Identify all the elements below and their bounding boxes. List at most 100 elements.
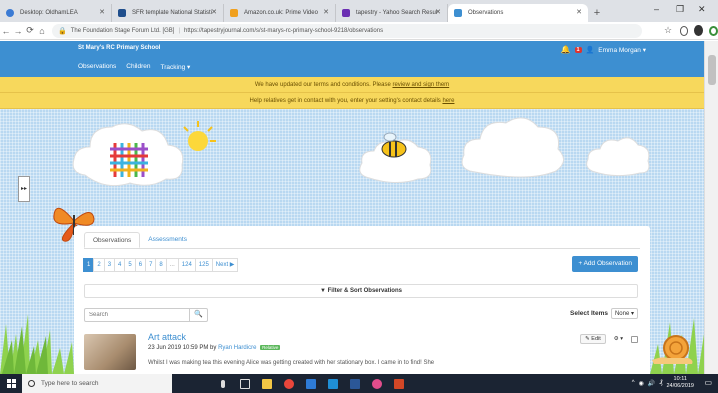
- notification-bell-icon[interactable]: 🔔: [561, 45, 571, 54]
- forward-icon[interactable]: →: [12, 26, 24, 36]
- task-view-icon[interactable]: [234, 374, 256, 393]
- network-icon[interactable]: ◉: [639, 380, 644, 387]
- tab-favicon-icon: [342, 9, 350, 17]
- options-dropdown[interactable]: ⚙ ▾: [610, 335, 627, 343]
- browser-tab[interactable]: Desktop: OldhamLEA ✕: [0, 4, 112, 22]
- taskbar-search[interactable]: Type here to search: [22, 374, 172, 393]
- profile-icon[interactable]: [694, 25, 704, 36]
- close-tab-icon[interactable]: ✕: [211, 8, 217, 16]
- tab-label: Observations: [468, 10, 504, 16]
- search-box: 🔍: [84, 308, 208, 322]
- notifications-icon[interactable]: ▭: [704, 378, 712, 387]
- chrome-icon[interactable]: [278, 374, 300, 393]
- clock-date: 24/06/2019: [666, 383, 694, 389]
- url-separator: |: [178, 27, 181, 34]
- user-icon: 👤: [585, 46, 595, 54]
- user-area: 🔔 1 👤 Emma Morgan ▾: [561, 45, 646, 54]
- extension-icon[interactable]: [680, 25, 689, 36]
- tab-observations[interactable]: Observations: [84, 232, 141, 248]
- school-name[interactable]: St Mary's RC Primary School: [78, 45, 160, 51]
- observation-thumbnail[interactable]: [84, 334, 136, 370]
- word-icon[interactable]: [344, 374, 366, 393]
- language-icon[interactable]: ₰: [659, 380, 662, 386]
- tray-chevron-icon[interactable]: ^: [632, 380, 635, 386]
- user-menu[interactable]: Emma Morgan ▾: [598, 46, 646, 54]
- bookmark-star-icon[interactable]: ☆: [662, 25, 674, 36]
- page-scrollbar[interactable]: [704, 41, 718, 374]
- select-items: Select Items None ▾: [570, 308, 638, 319]
- file-explorer-icon[interactable]: [256, 374, 278, 393]
- observation-title[interactable]: Art attack: [148, 332, 186, 342]
- sun-icon: [183, 121, 216, 151]
- tab-favicon-icon: [6, 9, 14, 17]
- cloud-icon: [586, 137, 650, 177]
- page-link[interactable]: 125: [194, 258, 213, 272]
- windows-taskbar: Type here to search ^ ◉ 🔊 ₰ 10:11 24/06/…: [0, 374, 718, 393]
- observation-date: 23 Jun 2019 10:59 PM by: [148, 345, 217, 351]
- select-checkbox[interactable]: [631, 335, 638, 343]
- close-window-icon[interactable]: ✕: [698, 4, 706, 15]
- nav-tracking[interactable]: Tracking ▾: [161, 63, 191, 71]
- tab-label: Desktop: OldhamLEA: [20, 10, 78, 16]
- select-items-dropdown[interactable]: None ▾: [610, 308, 638, 319]
- observation-author[interactable]: Ryan Hardicre: [218, 345, 256, 351]
- app-icon[interactable]: [300, 374, 322, 393]
- system-tray: ^ ◉ 🔊 ₰ 10:11 24/06/2019: [632, 376, 694, 390]
- lock-icon: 🔒: [58, 27, 67, 35]
- filter-sort-toggle[interactable]: ▼ Filter & Sort Observations: [84, 284, 638, 298]
- scrollbar-thumb[interactable]: [708, 55, 716, 85]
- tab-favicon-icon: [118, 9, 126, 17]
- review-terms-link[interactable]: review and sign them: [392, 82, 449, 88]
- volume-icon[interactable]: 🔊: [648, 380, 655, 387]
- app-icon[interactable]: [366, 374, 388, 393]
- reload-icon[interactable]: ⟳: [24, 25, 36, 36]
- start-button[interactable]: [0, 374, 22, 393]
- page-link[interactable]: 124: [177, 258, 196, 272]
- close-tab-icon[interactable]: ✕: [99, 8, 105, 16]
- contact-notice-text: Help relatives get in contact with you, …: [249, 98, 441, 104]
- new-tab-button[interactable]: +: [588, 4, 606, 22]
- maximize-icon[interactable]: ❐: [676, 4, 684, 15]
- add-observation-button[interactable]: + Add Observation: [572, 256, 638, 272]
- microphone-icon[interactable]: [212, 374, 234, 393]
- search-icon[interactable]: 🔍: [189, 309, 207, 321]
- observation-meta: 23 Jun 2019 10:59 PM by Ryan Hardicre Re…: [148, 345, 281, 351]
- contact-details-link[interactable]: here: [442, 98, 454, 104]
- pagination: 1 2 3 4 5 6 7 8 ... 124 125 Next ▶: [83, 258, 239, 272]
- site-identity: The Foundation Stage Forum Ltd. [GB]: [70, 27, 175, 34]
- notification-badge[interactable]: 1: [574, 46, 582, 53]
- observation-excerpt: Whilst I was making tea this evening Ali…: [148, 360, 435, 366]
- browser-tab-active[interactable]: Observations ✕: [448, 4, 588, 22]
- tab-label: Amazon.co.uk: Prime Video: [244, 10, 318, 16]
- clock[interactable]: 10:11 24/06/2019: [666, 376, 694, 390]
- tab-assessments[interactable]: Assessments: [140, 232, 195, 248]
- minimize-icon[interactable]: –: [654, 4, 659, 14]
- tab-favicon-icon: [230, 9, 238, 17]
- browser-tab[interactable]: tapestry - Yahoo Search Resul ✕: [336, 4, 448, 22]
- nav-observations[interactable]: Observations: [78, 63, 116, 71]
- url-field[interactable]: 🔒 The Foundation Stage Forum Ltd. [GB] |…: [52, 23, 642, 38]
- back-icon[interactable]: ←: [0, 26, 12, 36]
- edit-button[interactable]: ✎ Edit: [580, 334, 606, 344]
- close-tab-icon[interactable]: ✕: [576, 8, 582, 16]
- next-page-link[interactable]: Next ▶: [211, 258, 239, 272]
- observation-tools: ✎ Edit ⚙ ▾: [580, 334, 638, 344]
- cortana-icon: [28, 380, 35, 387]
- search-input[interactable]: [85, 312, 189, 318]
- taskbar-search-placeholder: Type here to search: [41, 380, 99, 387]
- contact-notice: Help relatives get in contact with you, …: [0, 93, 704, 109]
- home-icon[interactable]: ⌂: [36, 26, 48, 36]
- url-text: https://tapestryjournal.com/s/st-marys-r…: [184, 27, 384, 34]
- extension-icon[interactable]: [709, 25, 718, 36]
- powerpoint-icon[interactable]: [388, 374, 410, 393]
- side-panel-toggle[interactable]: ▸▸: [18, 176, 30, 202]
- close-tab-icon[interactable]: ✕: [323, 8, 329, 16]
- app-icon[interactable]: [322, 374, 344, 393]
- select-items-label: Select Items: [570, 310, 608, 317]
- content-tabs: Observations Assessments: [84, 232, 195, 248]
- close-tab-icon[interactable]: ✕: [435, 8, 441, 16]
- browser-tab[interactable]: Amazon.co.uk: Prime Video ✕: [224, 4, 336, 22]
- nav-children[interactable]: Children: [126, 63, 150, 71]
- browser-tab[interactable]: SFR template National Statisti ✕: [112, 4, 224, 22]
- tab-divider: [84, 248, 640, 249]
